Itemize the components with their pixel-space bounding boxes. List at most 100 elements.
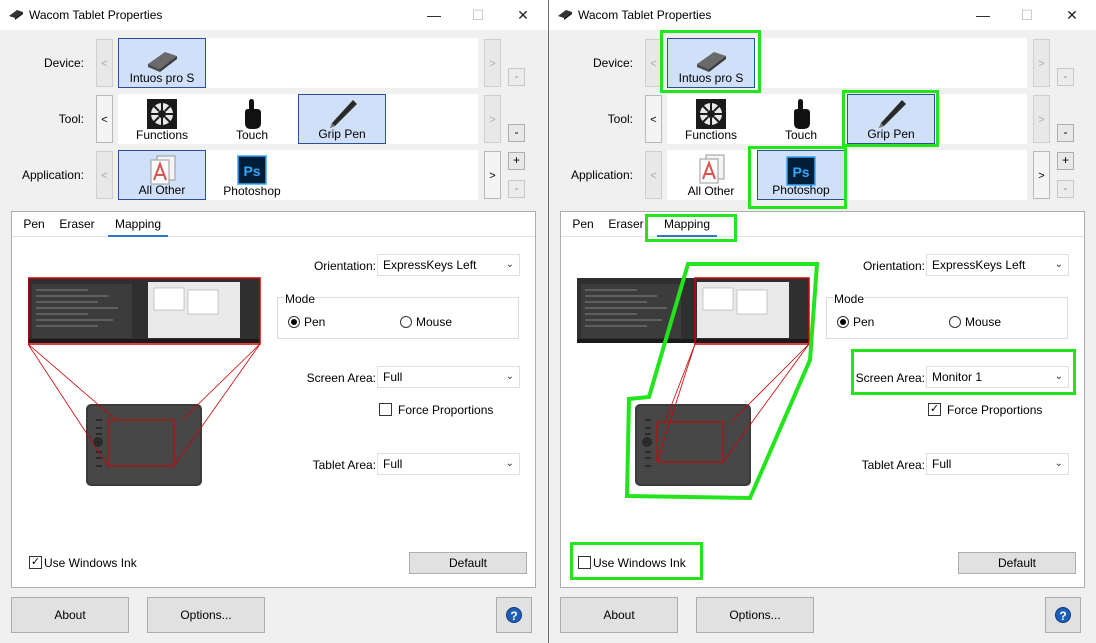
- orientation-select[interactable]: ExpressKeys Left ⌄: [926, 254, 1069, 276]
- options-button[interactable]: Options...: [147, 597, 265, 633]
- application-remove-button[interactable]: -: [1057, 180, 1074, 198]
- application-item-label: Photoshop: [223, 184, 281, 198]
- tool-item-touch[interactable]: Touch: [757, 94, 845, 144]
- chevron-down-icon: ⌄: [1054, 259, 1063, 270]
- tab-mapping[interactable]: Mapping: [108, 213, 168, 237]
- tool-strip: Functions Touch Grip Pen: [118, 94, 478, 144]
- tool-scroll-right[interactable]: >: [1033, 95, 1050, 143]
- tab-pen[interactable]: Pen: [572, 213, 594, 235]
- screen-area-label: Screen Area:: [855, 371, 925, 385]
- touch-hand-icon: [794, 99, 810, 129]
- tool-item-label: Touch: [235, 128, 269, 142]
- mapping-line-1: [722, 343, 810, 463]
- maximize-button[interactable]: ☐: [1004, 0, 1050, 30]
- tablet-area-select[interactable]: Full ⌄: [926, 453, 1069, 475]
- application-item-label: All Other: [687, 184, 735, 198]
- application-item-label: All Other: [138, 183, 186, 197]
- close-button[interactable]: ✕: [1049, 0, 1095, 30]
- device-label: Device:: [592, 56, 633, 70]
- maximize-button[interactable]: ☐: [455, 0, 501, 30]
- help-button[interactable]: ?: [496, 597, 532, 633]
- use-windows-ink-checkbox[interactable]: [578, 556, 591, 569]
- device-scroll-right[interactable]: >: [1033, 39, 1050, 87]
- wacom-window-right: Wacom Tablet Properties — ☐ ✕ Device: < …: [549, 0, 1096, 643]
- close-button[interactable]: ✕: [500, 0, 546, 30]
- tool-strip: Functions Touch Grip Pen: [667, 94, 1027, 144]
- tool-item-touch[interactable]: Touch: [208, 94, 296, 144]
- application-add-button[interactable]: +: [1057, 152, 1074, 170]
- tablet-area-select[interactable]: Full ⌄: [377, 453, 520, 475]
- use-windows-ink-checkbox[interactable]: ✓: [29, 556, 42, 569]
- window-title: Wacom Tablet Properties: [578, 8, 712, 22]
- application-label: Application:: [570, 168, 633, 182]
- tool-item-grip-pen[interactable]: Grip Pen: [298, 94, 386, 144]
- help-button[interactable]: ?: [1045, 597, 1081, 633]
- tool-scroll-right[interactable]: >: [484, 95, 501, 143]
- screen-area-select[interactable]: Full ⌄: [377, 366, 520, 388]
- tool-item-functions[interactable]: Functions: [667, 94, 755, 144]
- application-scroll-right[interactable]: >: [1033, 151, 1050, 199]
- tool-remove-button[interactable]: -: [1057, 124, 1074, 142]
- minimize-button[interactable]: —: [960, 0, 1006, 30]
- options-button[interactable]: Options...: [696, 597, 814, 633]
- application-scroll-left[interactable]: <: [96, 151, 113, 199]
- chevron-down-icon: ⌄: [505, 371, 514, 382]
- application-item-label: Photoshop: [772, 183, 830, 197]
- tool-item-label: Functions: [135, 128, 189, 142]
- device-remove-button[interactable]: -: [508, 68, 525, 86]
- orientation-select[interactable]: ExpressKeys Left ⌄: [377, 254, 520, 276]
- tablet-preview: [86, 404, 202, 486]
- device-remove-button[interactable]: -: [1057, 68, 1074, 86]
- tool-item-grip-pen[interactable]: Grip Pen: [847, 94, 935, 144]
- tool-item-label: Touch: [784, 128, 818, 142]
- force-proportions-checkbox[interactable]: ✓: [928, 403, 941, 416]
- tool-item-label: Grip Pen: [318, 127, 366, 141]
- device-scroll-right[interactable]: >: [484, 39, 501, 87]
- mode-title: Mode: [285, 292, 316, 306]
- tool-scroll-left[interactable]: <: [96, 95, 113, 143]
- tool-label: Tool:: [607, 112, 633, 126]
- help-icon: ?: [1055, 607, 1071, 623]
- application-item-all-other[interactable]: All Other: [667, 150, 755, 200]
- tool-item-functions[interactable]: Functions: [118, 94, 206, 144]
- mode-pen-radio[interactable]: [288, 316, 300, 328]
- force-proportions-checkbox[interactable]: [379, 403, 392, 416]
- about-button[interactable]: About: [560, 597, 678, 633]
- mode-mouse-radio[interactable]: [949, 316, 961, 328]
- device-item-intuos[interactable]: Intuos pro S: [667, 38, 755, 88]
- tablet-area-label: Tablet Area:: [312, 458, 376, 472]
- force-proportions-label: Force Proportions: [398, 403, 494, 417]
- orientation-value: ExpressKeys Left: [932, 258, 1026, 272]
- tool-scroll-left[interactable]: <: [645, 95, 662, 143]
- mapping-preview: [28, 277, 261, 486]
- tool-remove-button[interactable]: -: [508, 124, 525, 142]
- tab-pen[interactable]: Pen: [23, 213, 45, 235]
- about-button[interactable]: About: [11, 597, 129, 633]
- orientation-label: Orientation:: [862, 259, 925, 273]
- application-strip: All Other Ps Photoshop: [667, 150, 1027, 200]
- application-item-photoshop[interactable]: Ps Photoshop: [208, 150, 296, 200]
- device-item-intuos[interactable]: Intuos pro S: [118, 38, 206, 88]
- default-button[interactable]: Default: [409, 552, 527, 574]
- application-add-button[interactable]: +: [508, 152, 525, 170]
- screen-area-select[interactable]: Monitor 1 ⌄: [926, 366, 1069, 388]
- application-remove-button[interactable]: -: [508, 180, 525, 198]
- application-scroll-right[interactable]: >: [484, 151, 501, 199]
- application-item-photoshop[interactable]: Ps Photoshop: [757, 150, 845, 200]
- orientation-label: Orientation:: [313, 259, 376, 273]
- tab-mapping[interactable]: Mapping: [657, 213, 717, 237]
- device-scroll-left[interactable]: <: [645, 39, 662, 87]
- application-scroll-left[interactable]: <: [645, 151, 662, 199]
- mapping-line-3: [181, 343, 261, 421]
- tool-item-label: Grip Pen: [867, 127, 915, 141]
- tab-eraser[interactable]: Eraser: [59, 213, 95, 235]
- mode-mouse-radio[interactable]: [400, 316, 412, 328]
- mode-pen-radio[interactable]: [837, 316, 849, 328]
- force-proportions-label: Force Proportions: [947, 403, 1043, 417]
- orientation-value: ExpressKeys Left: [383, 258, 477, 272]
- application-item-all-other[interactable]: All Other: [118, 150, 206, 200]
- minimize-button[interactable]: —: [411, 0, 457, 30]
- tab-eraser[interactable]: Eraser: [608, 213, 644, 235]
- device-scroll-left[interactable]: <: [96, 39, 113, 87]
- default-button[interactable]: Default: [958, 552, 1076, 574]
